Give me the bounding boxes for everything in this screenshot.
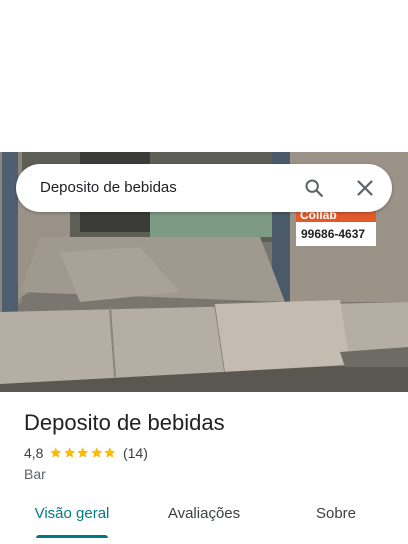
search-icon[interactable] xyxy=(298,172,330,204)
star-icon xyxy=(77,447,89,458)
svg-text:99686-4637: 99686-4637 xyxy=(301,227,365,241)
active-tab-indicator xyxy=(36,535,108,538)
star-icon xyxy=(50,447,62,458)
tab-reviews[interactable]: Avaliações xyxy=(148,496,260,532)
tab-overview[interactable]: Visão geral xyxy=(20,496,124,532)
rating-value: 4,8 xyxy=(24,445,44,461)
star-icon xyxy=(104,447,116,458)
place-category: Bar xyxy=(24,466,46,482)
search-bar[interactable]: Deposito de bebidas xyxy=(16,164,392,212)
star-icon xyxy=(64,447,76,458)
star-icon xyxy=(91,447,103,458)
close-icon[interactable] xyxy=(349,172,381,204)
search-query-text[interactable]: Deposito de bebidas xyxy=(40,164,177,212)
tab-about[interactable]: Sobre xyxy=(296,496,376,532)
blank-top-area xyxy=(0,0,408,152)
place-tabs: Visão geral Avaliações Sobre xyxy=(0,496,408,544)
rating-row[interactable]: 4,8 (14) xyxy=(24,444,148,462)
review-count[interactable]: (14) xyxy=(123,445,148,461)
place-name: Deposito de bebidas xyxy=(24,410,225,435)
star-rating xyxy=(49,446,117,460)
